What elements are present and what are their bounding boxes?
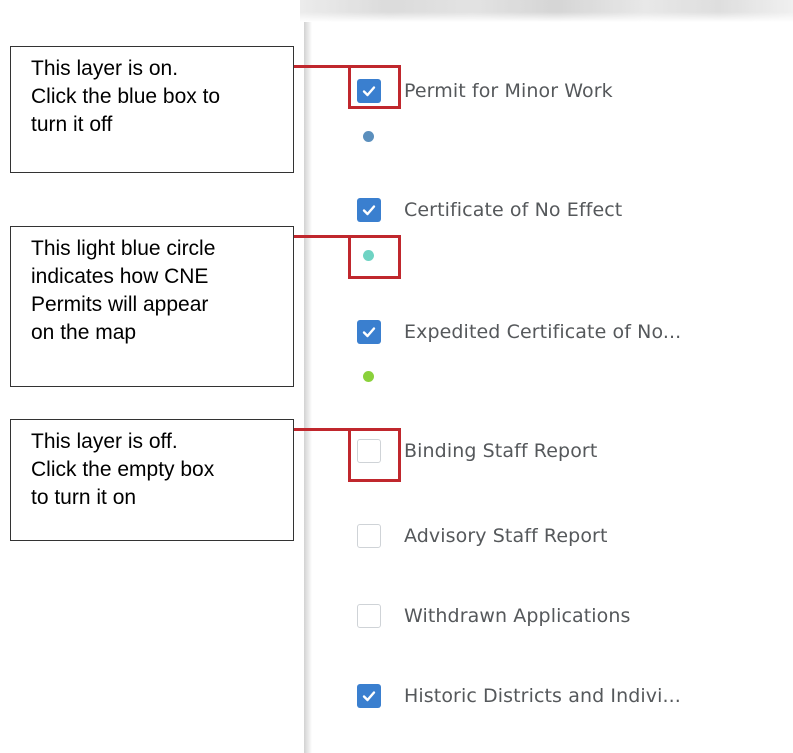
layer-checkbox[interactable] — [357, 684, 381, 708]
layer-item-expedited-certificate[interactable]: Expedited Certificate of No... — [357, 314, 681, 350]
layer-label: Certificate of No Effect — [404, 199, 623, 221]
legend-dot-icon — [363, 131, 374, 142]
checkmark-icon — [362, 327, 376, 338]
layer-item-certificate-no-effect[interactable]: Certificate of No Effect — [357, 192, 622, 228]
callout-leader-line — [294, 428, 350, 431]
layer-list-panel: Permit for Minor Work Certificate of No … — [304, 22, 793, 753]
highlight-empty-checkbox — [348, 428, 401, 482]
callout-layer-on: This layer is on. Click the blue box to … — [10, 46, 294, 173]
layer-label: Withdrawn Applications — [404, 605, 631, 627]
layer-label: Historic Districts and Indivi... — [404, 685, 681, 707]
callout-text: on the map — [31, 321, 137, 344]
callout-layer-off: This layer is off. Click the empty box t… — [10, 419, 294, 541]
layer-checkbox[interactable] — [357, 524, 381, 548]
checkmark-icon — [362, 691, 376, 702]
callout-text: This layer is off. — [31, 430, 178, 453]
layer-item-historic-districts[interactable]: Historic Districts and Indivi... — [357, 678, 681, 714]
callout-leader-line — [294, 235, 350, 238]
callout-text: Click the blue box to — [31, 85, 221, 108]
callout-text: turn it off — [31, 113, 113, 136]
layer-checkbox[interactable] — [357, 604, 381, 628]
layer-checkbox[interactable] — [357, 320, 381, 344]
callout-text: Permits will appear — [31, 293, 209, 316]
layer-checkbox[interactable] — [357, 198, 381, 222]
layer-item-advisory-staff-report[interactable]: Advisory Staff Report — [357, 518, 608, 554]
layer-item-withdrawn-applications[interactable]: Withdrawn Applications — [357, 598, 631, 634]
map-background-strip — [300, 0, 793, 22]
layer-label: Permit for Minor Work — [404, 80, 613, 102]
callout-text: This light blue circle — [31, 237, 216, 260]
panel-border — [304, 22, 312, 753]
checkmark-icon — [362, 205, 376, 216]
callout-text: to turn it on — [31, 486, 137, 509]
layer-label: Expedited Certificate of No... — [404, 321, 682, 343]
callout-text: Click the empty box — [31, 458, 215, 481]
callout-legend-circle: This light blue circle indicates how CNE… — [10, 226, 294, 387]
layer-label: Advisory Staff Report — [404, 525, 608, 547]
callout-text: This layer is on. — [31, 57, 179, 80]
legend-dot-icon — [363, 371, 374, 382]
callout-leader-line — [294, 65, 350, 68]
highlight-checked-checkbox — [348, 65, 401, 109]
layer-label: Binding Staff Report — [404, 440, 598, 462]
callout-text: indicates how CNE — [31, 265, 209, 288]
highlight-legend-circle — [348, 235, 401, 279]
